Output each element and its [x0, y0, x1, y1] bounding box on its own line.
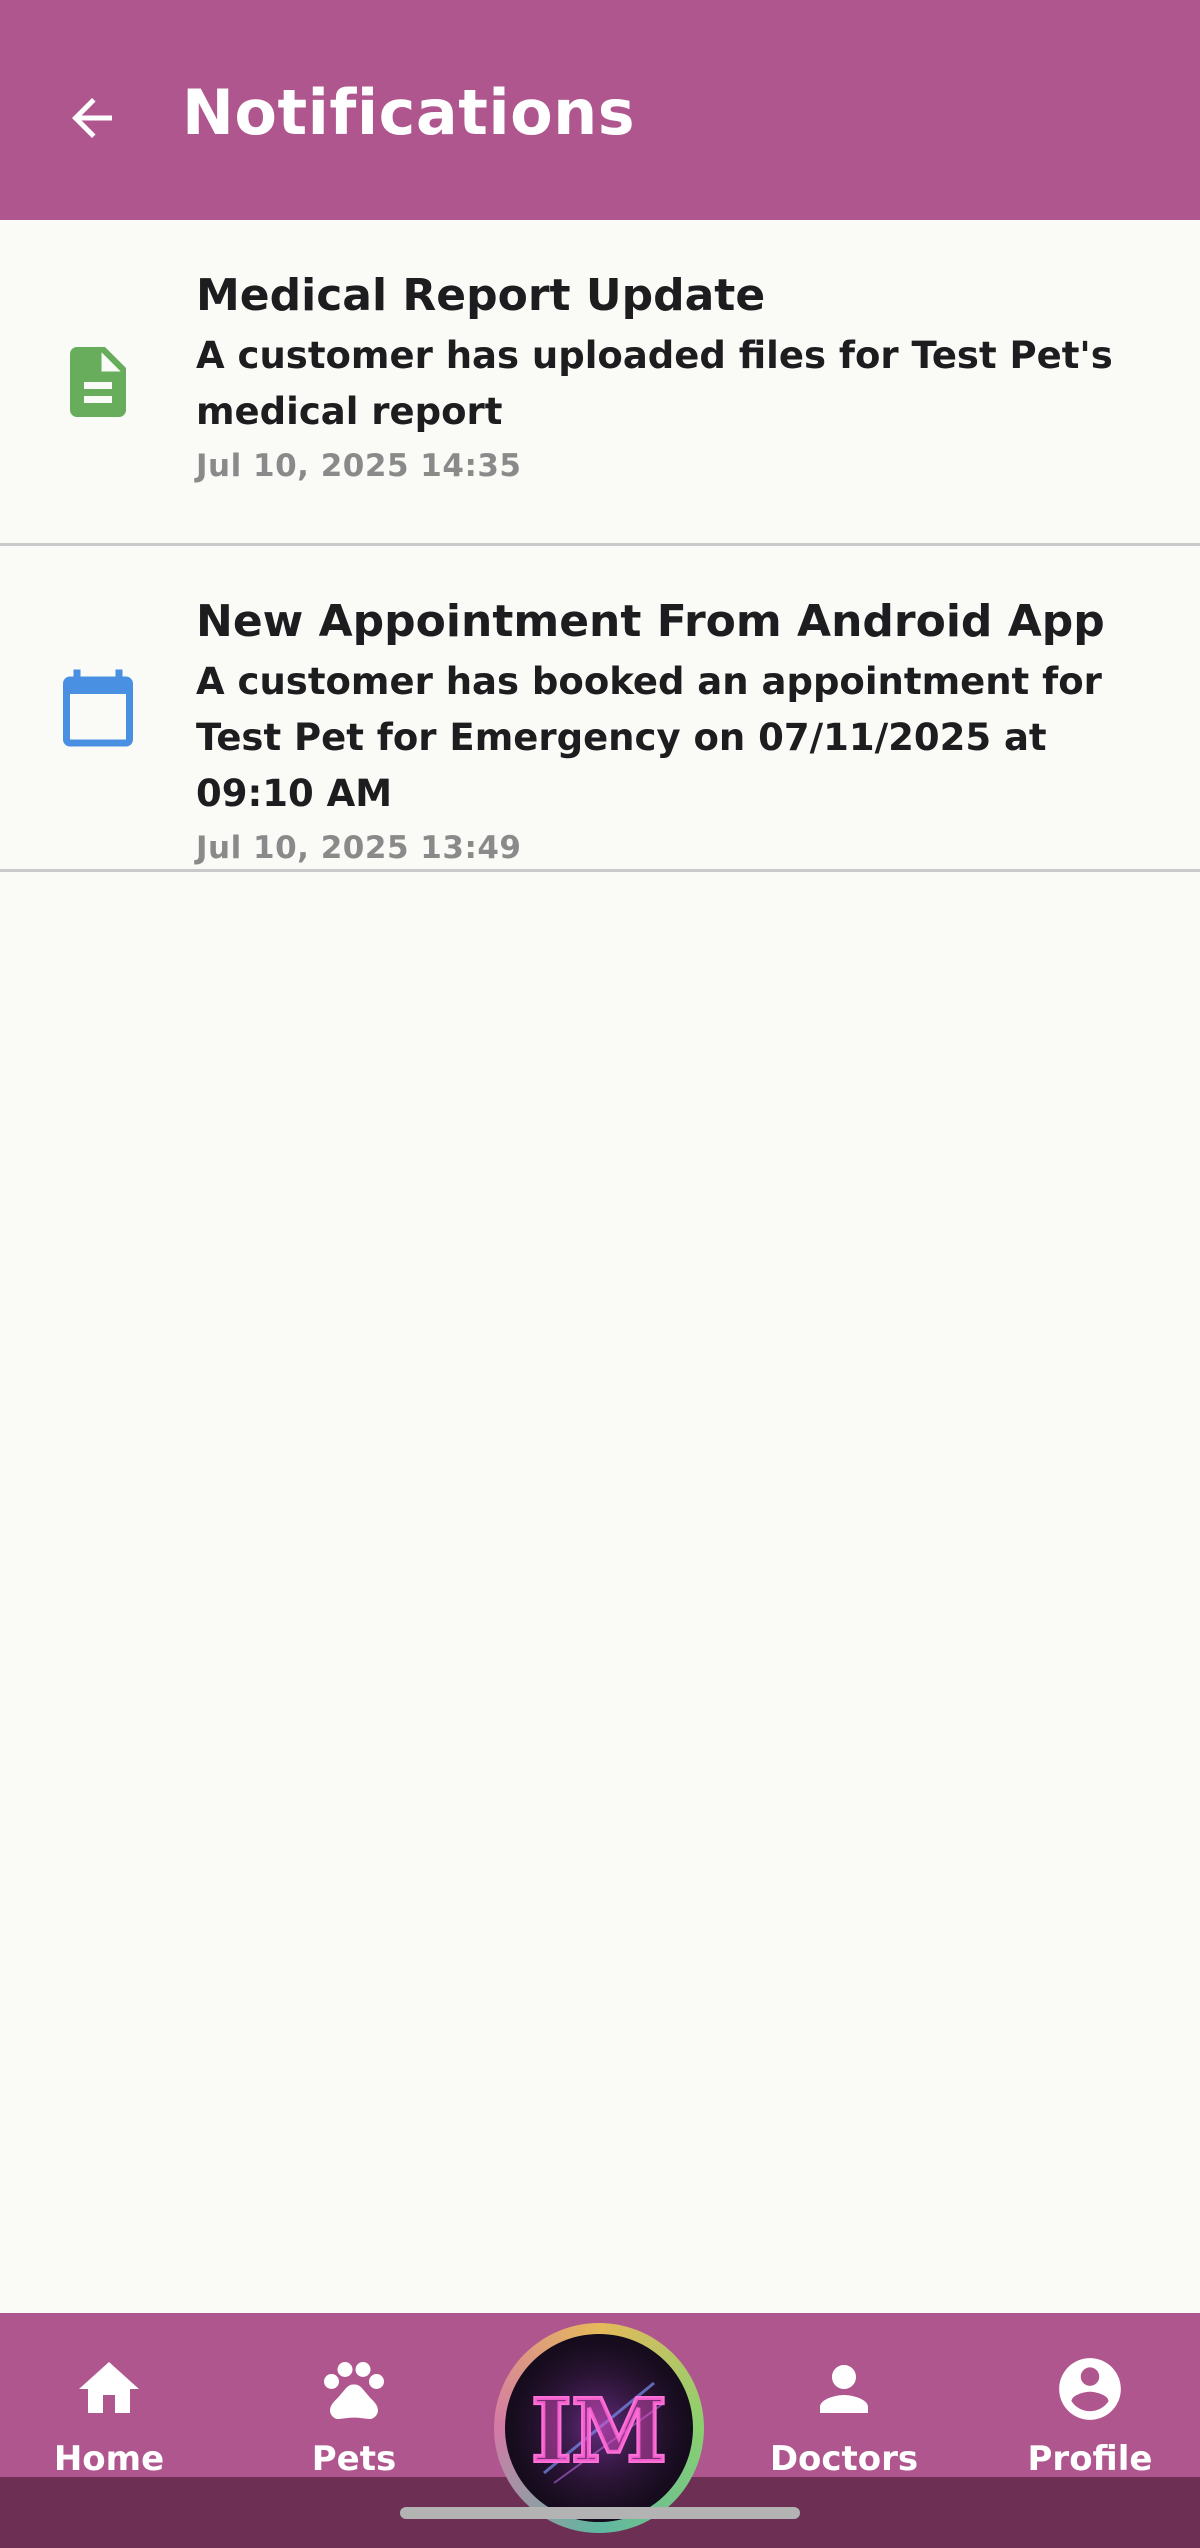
nav-profile[interactable]: Profile	[990, 2313, 1190, 2479]
page-title: Notifications	[182, 76, 636, 149]
notification-time: Jul 10, 2025 13:49	[196, 830, 522, 866]
nav-home[interactable]: Home	[9, 2313, 209, 2479]
notification-item[interactable]: Medical Report Update A customer has upl…	[0, 220, 1200, 546]
notification-icon-wrap	[56, 220, 140, 543]
im-logo-icon: IM IM	[514, 2343, 684, 2513]
app-bar: Notifications	[0, 0, 1200, 220]
notification-list: Medical Report Update A customer has upl…	[0, 220, 1200, 872]
nav-profile-label: Profile	[1027, 2439, 1153, 2479]
nav-doctors-label: Doctors	[769, 2439, 919, 2479]
svg-text:IM: IM	[531, 2381, 666, 2482]
notification-item[interactable]: New Appointment From Android App A custo…	[0, 546, 1200, 872]
home-icon	[79, 2362, 139, 2413]
account-circle-icon	[1059, 2358, 1121, 2420]
nav-home-label: Home	[53, 2439, 165, 2479]
calendar-icon	[63, 669, 133, 746]
nav-pets-label: Pets	[311, 2439, 397, 2479]
document-icon	[70, 346, 126, 417]
notification-body: A customer has booked an appointment for…	[196, 660, 1102, 815]
paw-icon	[324, 2362, 384, 2420]
arrow-left-icon	[72, 98, 112, 138]
notification-content: New Appointment From Android App A custo…	[196, 594, 1160, 870]
nav-doctors[interactable]: Doctors	[744, 2313, 944, 2479]
back-button[interactable]	[56, 82, 128, 154]
notification-icon-wrap	[56, 546, 140, 869]
person-icon	[820, 2365, 868, 2413]
notification-time: Jul 10, 2025 14:35	[196, 448, 522, 484]
center-logo-button[interactable]: IM IM	[494, 2323, 704, 2533]
notification-body: A customer has uploaded files for Test P…	[196, 334, 1113, 433]
logo-image: IM IM	[505, 2334, 693, 2522]
notification-title: Medical Report Update	[196, 270, 766, 321]
home-indicator[interactable]	[400, 2507, 800, 2519]
notification-content: Medical Report Update A customer has upl…	[196, 268, 1160, 488]
notification-title: New Appointment From Android App	[196, 596, 1105, 647]
nav-pets[interactable]: Pets	[254, 2313, 454, 2479]
